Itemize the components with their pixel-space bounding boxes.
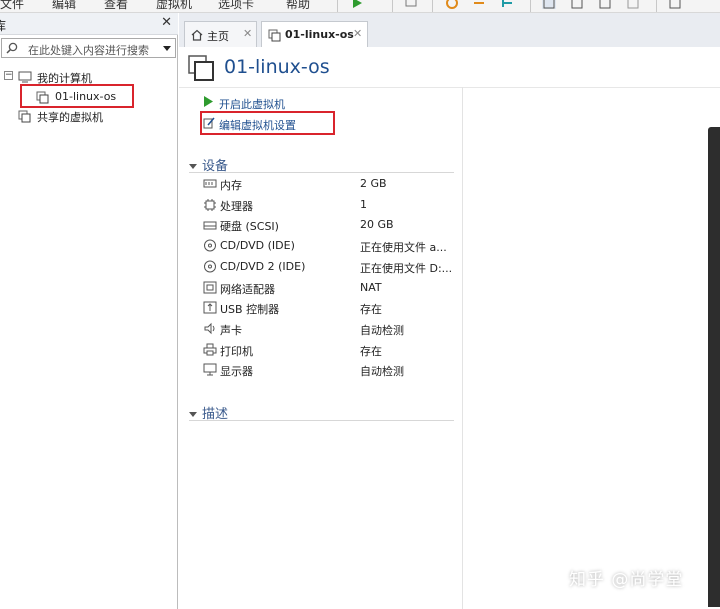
highlight-box: [200, 111, 335, 135]
device-value: 存在: [360, 303, 382, 317]
device-value: 1: [360, 197, 367, 211]
device-row[interactable]: CD/DVD 2 (IDE) 正在使用文件 D:...: [203, 258, 458, 276]
network-adapter-icon: [203, 281, 217, 293]
library-header: 库 ✕: [0, 13, 178, 35]
device-value: 正在使用文件 D:...: [360, 261, 453, 275]
vm-summary-page: 01-linux-os 开启此虚拟机 编辑虚拟机设置 设备 内存 2 GB 处理器 1…: [179, 47, 720, 609]
home-icon: [191, 29, 203, 41]
vm-preview-thumbnail[interactable]: [708, 127, 720, 607]
device-name: 打印机: [220, 344, 253, 358]
revert-snapshot-icon[interactable]: [472, 0, 486, 9]
device-value: 正在使用文件 a...: [360, 241, 447, 255]
collapse-triangle-icon: [189, 412, 197, 417]
menu-item-edit[interactable]: 编辑: [52, 0, 76, 12]
library-view-icon[interactable]: [542, 0, 556, 9]
tab-vm[interactable]: 01-linux-os ✕: [261, 21, 368, 48]
device-row[interactable]: 打印机 存在: [203, 341, 458, 359]
tab-label: 01-linux-os: [285, 28, 354, 41]
collapse-triangle-icon: [189, 164, 197, 169]
tab-label: 主页: [207, 30, 229, 43]
vm-icon: [268, 29, 281, 42]
power-on-label: 开启此虚拟机: [219, 98, 285, 111]
search-icon: [6, 42, 18, 54]
processor-icon: [204, 198, 216, 211]
tab-bar: 主页 ✕ 01-linux-os ✕: [179, 13, 720, 48]
device-row[interactable]: USB 控制器 存在: [203, 299, 458, 317]
display-icon: [203, 363, 217, 376]
snapshot-icon[interactable]: [445, 0, 459, 9]
device-value: 20 GB: [360, 218, 394, 232]
device-name: 显示器: [220, 365, 253, 379]
device-name: 声卡: [220, 323, 242, 337]
device-row[interactable]: 网络适配器 NAT: [203, 279, 458, 297]
device-row[interactable]: 声卡 自动检测: [203, 320, 458, 338]
tree-item-label: 共享的虚拟机: [37, 111, 103, 124]
full-screen-icon[interactable]: [598, 0, 612, 9]
device-name: 硬盘 (SCSI): [220, 220, 279, 234]
device-row[interactable]: CD/DVD (IDE) 正在使用文件 a...: [203, 237, 458, 255]
hard-disk-icon: [203, 221, 217, 230]
device-value: NAT: [360, 280, 382, 294]
shared-vm-icon: [18, 110, 31, 123]
watermark: 知乎 @尚学堂: [569, 570, 684, 590]
device-value: 自动检测: [360, 365, 404, 379]
device-row[interactable]: 处理器 1: [203, 196, 458, 214]
library-search-input[interactable]: 在此处键入内容进行搜索: [1, 38, 176, 58]
menu-item-help[interactable]: 帮助: [286, 0, 310, 12]
close-icon[interactable]: ✕: [243, 27, 252, 40]
usb-controller-icon: [203, 301, 217, 314]
library-title: 库: [0, 19, 7, 33]
highlight-box: [20, 84, 134, 108]
chevron-down-icon[interactable]: [163, 46, 171, 51]
device-name: CD/DVD (IDE): [220, 239, 295, 253]
device-name: USB 控制器: [220, 303, 280, 317]
snapshot-manager-icon[interactable]: [500, 0, 514, 9]
close-icon[interactable]: ✕: [353, 27, 362, 40]
device-value: 自动检测: [360, 323, 404, 337]
play-icon: [204, 96, 213, 107]
unity-icon[interactable]: [626, 0, 640, 9]
device-row[interactable]: 显示器 自动检测: [203, 361, 458, 379]
computer-icon: [18, 71, 32, 83]
printer-icon: [203, 343, 217, 356]
menu-bar: 文件 编辑 查看 虚拟机 选项卡 帮助: [0, 0, 720, 13]
device-name: 内存: [220, 179, 242, 192]
library-panel: 库 ✕ 在此处键入内容进行搜索 − 我的计算机 01-linux-os 共享的虚…: [0, 13, 178, 609]
close-icon[interactable]: ✕: [161, 15, 172, 30]
memory-icon: [203, 179, 217, 188]
page-title: 01-linux-os: [224, 56, 330, 78]
cd-dvd-icon: [204, 239, 216, 252]
thumbnail-bar-icon[interactable]: [570, 0, 584, 9]
device-value: 存在: [360, 344, 382, 358]
tab-home[interactable]: 主页 ✕: [184, 21, 257, 47]
device-name: CD/DVD 2 (IDE): [220, 259, 306, 273]
send-keys-icon[interactable]: [404, 0, 418, 9]
device-row[interactable]: 内存 2 GB: [203, 175, 458, 193]
menu-item-view[interactable]: 查看: [104, 0, 128, 12]
menu-item-file[interactable]: 文件: [0, 0, 24, 12]
menu-item-tabs[interactable]: 选项卡: [218, 0, 254, 12]
console-view-icon[interactable]: [668, 0, 682, 9]
menu-item-vm[interactable]: 虚拟机: [156, 0, 192, 12]
device-name: 处理器: [220, 199, 253, 213]
vm-large-icon: [188, 55, 214, 81]
power-on-icon[interactable]: [350, 0, 364, 9]
sound-card-icon: [204, 322, 215, 335]
search-placeholder: 在此处键入内容进行搜索: [28, 44, 149, 57]
device-value: 2 GB: [360, 177, 387, 190]
cd-dvd-icon: [204, 260, 216, 273]
collapse-toggle-icon[interactable]: −: [4, 71, 13, 80]
device-row[interactable]: 硬盘 (SCSI) 20 GB: [203, 216, 458, 234]
device-name: 网络适配器: [220, 282, 275, 296]
